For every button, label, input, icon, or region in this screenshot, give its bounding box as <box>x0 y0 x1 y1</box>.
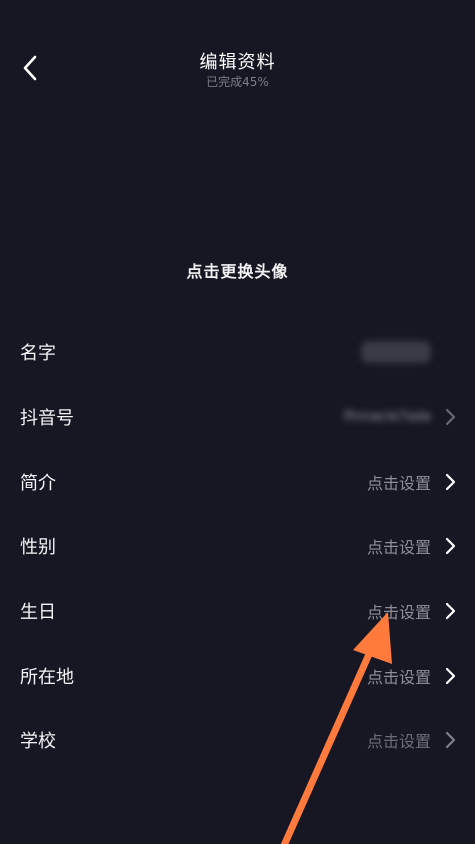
row-value: 点击设置 <box>366 473 431 493</box>
chevron-right-icon <box>445 667 456 684</box>
profile-fields: 名字 抖音号 Pinnacle7ada 简介 点击设置 性别 点击设置 生日 点… <box>0 320 475 773</box>
row-label: 学校 <box>20 731 56 753</box>
row-birthday[interactable]: 生日 点击设置 <box>0 579 475 644</box>
row-name[interactable]: 名字 <box>0 320 475 385</box>
chevron-right-icon <box>445 602 456 620</box>
row-value: 点击设置 <box>366 538 431 558</box>
row-value <box>361 341 431 364</box>
row-label: 名字 <box>20 343 56 365</box>
completion-subtitle: 已完成45% <box>206 75 269 89</box>
chevron-right-icon <box>445 473 456 490</box>
change-avatar-hint[interactable]: 点击更换头像 <box>0 258 475 282</box>
header: 编辑资料 已完成45% <box>0 0 475 110</box>
row-school[interactable]: 学校 点击设置 <box>0 708 475 773</box>
row-gender[interactable]: 性别 点击设置 <box>0 514 475 579</box>
row-value: 点击设置 <box>366 603 431 623</box>
row-value: 点击设置 <box>366 667 431 687</box>
row-douyin-id[interactable]: 抖音号 Pinnacle7ada <box>0 385 475 450</box>
row-label: 性别 <box>20 537 56 559</box>
chevron-right-icon <box>445 408 456 426</box>
row-location[interactable]: 所在地 点击设置 <box>0 643 475 708</box>
row-label: 所在地 <box>20 666 74 688</box>
row-value: Pinnacle7ada <box>344 409 431 425</box>
row-bio[interactable]: 简介 点击设置 <box>0 449 475 514</box>
row-label: 抖音号 <box>20 408 74 430</box>
row-label: 简介 <box>20 472 56 494</box>
row-value: 点击设置 <box>366 732 431 752</box>
page-title: 编辑资料 <box>199 52 276 73</box>
chevron-right-icon <box>445 732 456 749</box>
row-label: 生日 <box>20 602 56 624</box>
chevron-right-icon <box>445 538 456 555</box>
